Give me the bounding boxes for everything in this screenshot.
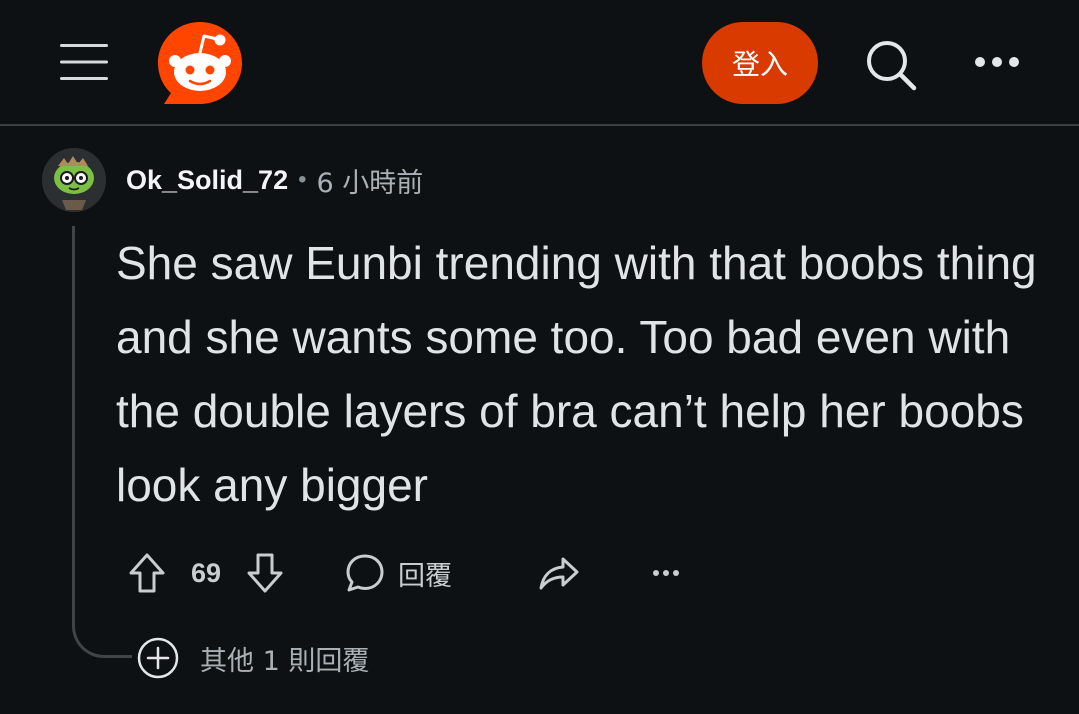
comment-bubble-icon [346, 554, 384, 592]
search-icon[interactable] [864, 38, 918, 92]
thread-branch-line [72, 598, 132, 658]
share-button[interactable] [536, 546, 582, 600]
downvote-arrow-icon [247, 553, 283, 593]
user-avatar[interactable] [42, 148, 106, 212]
upvote-button[interactable] [126, 546, 168, 600]
comment-timestamp: 6 小時前 [316, 167, 424, 199]
upvote-arrow-icon [129, 553, 165, 593]
plus-circle-icon [137, 637, 179, 679]
top-navigation-bar: 登入 [0, 0, 1079, 126]
hamburger-menu-icon[interactable] [58, 42, 110, 82]
share-arrow-icon [539, 557, 579, 590]
avatar-icon [42, 148, 106, 212]
more-replies-label: 其他 1 則回覆 [200, 645, 370, 677]
comment-action-bar: 69 回覆 [126, 546, 726, 600]
comment-more-button[interactable] [648, 546, 684, 600]
more-horizontal-icon [653, 570, 679, 576]
more-options-icon[interactable] [972, 54, 1022, 70]
reddit-logo-icon[interactable] [156, 20, 244, 106]
reply-button[interactable]: 回覆 [344, 546, 474, 600]
vote-score: 69 [190, 557, 222, 588]
downvote-button[interactable] [244, 546, 286, 600]
more-replies-button[interactable]: 其他 1 則回覆 [136, 636, 369, 680]
comment-meta: Ok_Solid_72 • 6 小時前 [126, 160, 423, 200]
comment-body: She saw Eunbi trending with that boobs t… [116, 237, 1037, 511]
username-link[interactable]: Ok_Solid_72 [126, 165, 288, 196]
reply-label: 回覆 [398, 560, 452, 592]
login-button[interactable]: 登入 [702, 22, 818, 104]
thread-line[interactable] [72, 226, 75, 626]
meta-separator: • [298, 166, 307, 193]
